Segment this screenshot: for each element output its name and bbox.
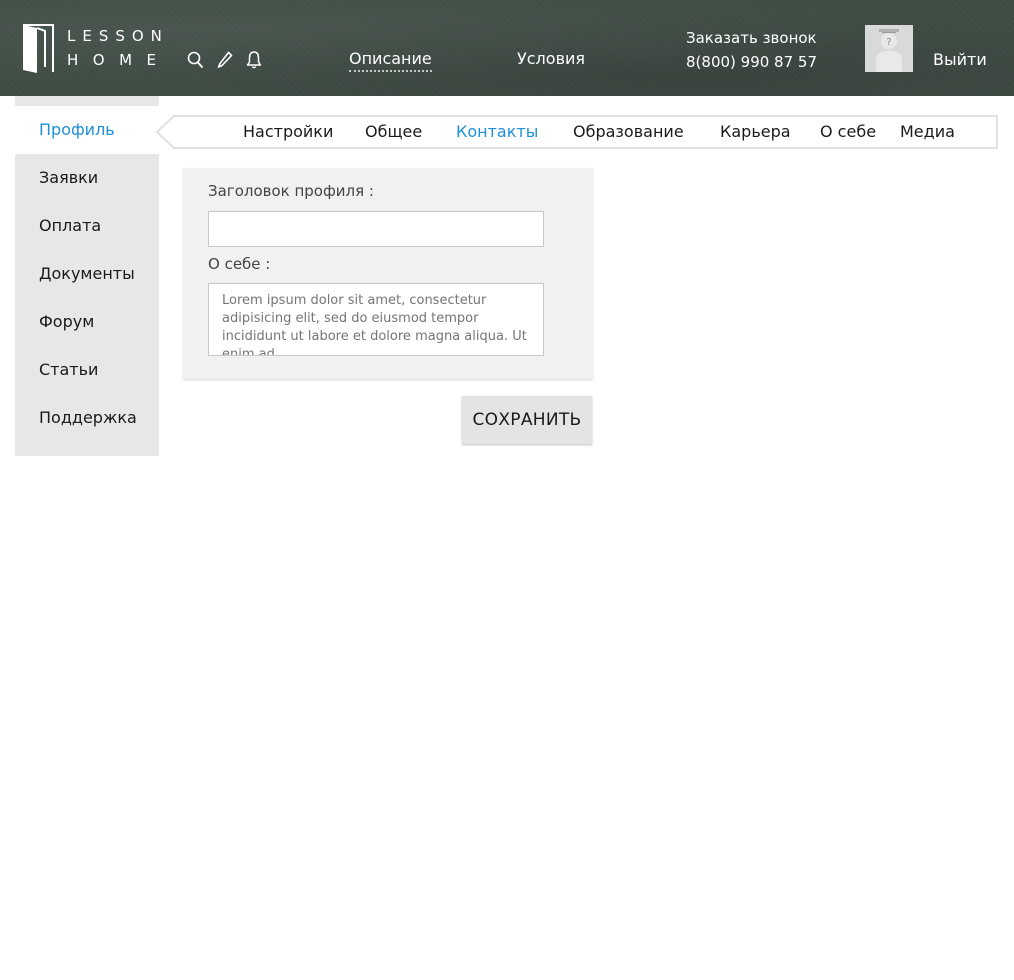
profile-title-input[interactable] [208, 211, 544, 247]
callback-block: Заказать звонок 8(800) 990 87 57 [686, 26, 817, 74]
sidebar-item-documents[interactable]: Документы [15, 250, 159, 298]
tab-general[interactable]: Общее [365, 122, 422, 141]
sidebar-item-articles[interactable]: Статьи [15, 346, 159, 394]
tab-education[interactable]: Образование [573, 122, 684, 141]
tab-settings[interactable]: Настройки [243, 122, 333, 141]
nav-description[interactable]: Описание [349, 49, 432, 72]
tabs-pointer-arrow [156, 115, 176, 149]
sidebar-item-support[interactable]: Поддержка [15, 394, 159, 442]
sidebar: Профиль Заявки Оплата Документы Форум Ст… [15, 96, 159, 456]
profile-form-card: Заголовок профиля : О себе : [183, 168, 593, 379]
profile-tabs: Настройки Общее Контакты Образование Кар… [174, 115, 998, 149]
brand-line1: LESSON [67, 27, 169, 45]
save-button[interactable]: СОХРАНИТЬ [462, 396, 592, 444]
phone-number: 8(800) 990 87 57 [686, 53, 817, 71]
avatar-placeholder-mark: ? [886, 37, 891, 48]
search-icon[interactable] [186, 50, 204, 70]
sidebar-item-requests[interactable]: Заявки [15, 154, 159, 202]
door-logo-icon [23, 24, 54, 73]
logo[interactable]: LESSON HOME [22, 23, 162, 75]
sidebar-item-payment[interactable]: Оплата [15, 202, 159, 250]
user-placeholder-icon: ? [865, 25, 913, 72]
about-textarea[interactable] [208, 283, 544, 356]
sidebar-item-profile[interactable]: Профиль [15, 106, 159, 154]
logout-link[interactable]: Выйти [933, 50, 987, 69]
tab-contacts[interactable]: Контакты [456, 122, 538, 141]
bell-icon[interactable] [245, 50, 263, 70]
about-label: О себе : [208, 255, 271, 273]
order-call-link[interactable]: Заказать звонок [686, 26, 817, 50]
sidebar-item-forum[interactable]: Форум [15, 298, 159, 346]
brand-line2: HOME [67, 51, 171, 69]
header: LESSON HOME Описание Условия Заказать зв… [0, 0, 1014, 96]
tab-career[interactable]: Карьера [720, 122, 791, 141]
profile-title-label: Заголовок профиля : [208, 182, 374, 200]
tab-about[interactable]: О себе [820, 122, 876, 141]
nav-conditions[interactable]: Условия [517, 49, 585, 68]
tab-media[interactable]: Медиа [900, 122, 955, 141]
avatar[interactable]: ? [865, 25, 913, 72]
pencil-icon[interactable] [216, 50, 234, 70]
